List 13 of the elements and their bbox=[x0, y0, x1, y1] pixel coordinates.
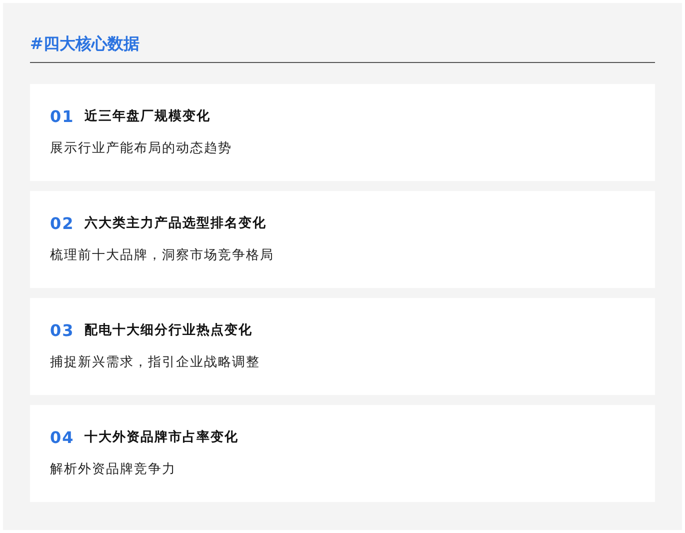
section-heading: #四大核心数据 bbox=[30, 33, 140, 55]
card-number: 01 bbox=[50, 106, 74, 126]
card-title: 配电十大细分行业热点变化 bbox=[84, 322, 252, 339]
card-title: 六大类主力产品选型排名变化 bbox=[84, 214, 266, 232]
card-description: 解析外资品牌竞争力 bbox=[50, 461, 177, 478]
card-number: 02 bbox=[50, 214, 74, 232]
card-description: 捕捉新兴需求，指引企业战略调整 bbox=[50, 354, 261, 371]
card-number: 04 bbox=[50, 428, 74, 446]
card-title: 十大外资品牌市占率变化 bbox=[84, 428, 238, 446]
card-title: 近三年盘厂规模变化 bbox=[84, 108, 210, 125]
card-number: 03 bbox=[50, 320, 74, 340]
card-description: 梳理前十大品牌，洞察市场竞争格局 bbox=[50, 247, 275, 264]
card-description: 展示行业产能布局的动态趋势 bbox=[50, 140, 233, 157]
